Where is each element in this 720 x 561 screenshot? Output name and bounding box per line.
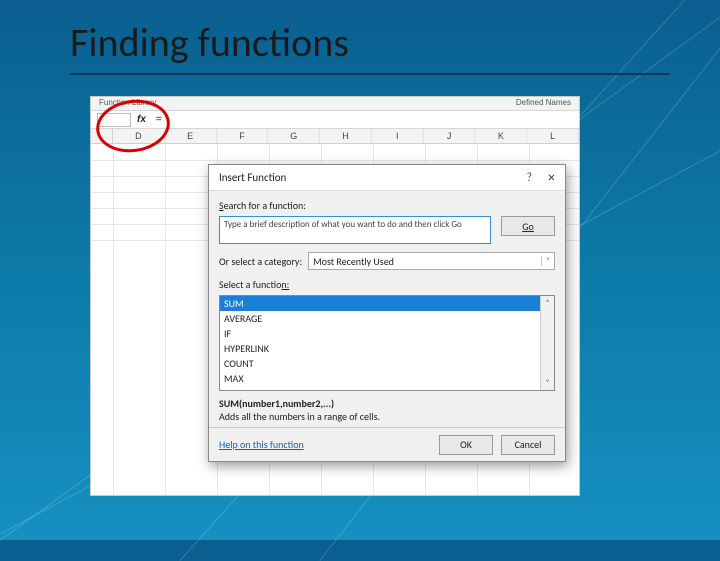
list-item[interactable]: COUNT: [220, 356, 554, 371]
col-header[interactable]: J: [424, 129, 476, 143]
chevron-down-icon: ˅: [541, 256, 550, 266]
formula-bar: fx =: [91, 111, 579, 129]
col-header[interactable]: E: [165, 129, 217, 143]
name-box[interactable]: [97, 113, 131, 127]
col-header[interactable]: H: [320, 129, 372, 143]
list-item[interactable]: AVERAGE: [220, 311, 554, 326]
help-link[interactable]: Help on this function: [219, 438, 304, 451]
ribbon-group-left: Function Library: [99, 98, 156, 109]
select-all-corner[interactable]: [91, 129, 113, 143]
scrollbar[interactable]: ˄ ˅: [540, 296, 554, 390]
select-function-label: Select a function:: [219, 278, 555, 291]
ribbon-group-right: Defined Names: [516, 98, 571, 109]
col-header[interactable]: F: [217, 129, 269, 143]
column-headers: D E F G H I J K L: [91, 129, 579, 144]
close-icon[interactable]: ×: [544, 169, 559, 186]
scroll-down-icon[interactable]: ˅: [541, 376, 554, 390]
slide-title: Finding functions: [70, 18, 670, 67]
search-input[interactable]: Type a brief description of what you wan…: [219, 216, 491, 244]
formula-input[interactable]: =: [152, 114, 162, 125]
list-item[interactable]: HYPERLINK: [220, 341, 554, 356]
help-icon[interactable]: ?: [526, 171, 532, 185]
function-desc-text: Adds all the numbers in a range of cells…: [219, 410, 555, 423]
list-item[interactable]: MAX: [220, 371, 554, 386]
col-header[interactable]: G: [268, 129, 320, 143]
category-label: Or select a category:: [219, 255, 302, 268]
fx-icon[interactable]: fx: [137, 114, 146, 125]
list-item[interactable]: IF: [220, 326, 554, 341]
dialog-title: Insert Function: [219, 171, 286, 184]
list-item[interactable]: SUM: [220, 296, 554, 311]
cancel-button[interactable]: Cancel: [501, 435, 555, 455]
title-rule: [70, 73, 670, 75]
scroll-up-icon[interactable]: ˄: [541, 296, 554, 310]
search-label: Search for a function:: [219, 199, 555, 212]
go-button[interactable]: Go: [501, 216, 555, 236]
col-header[interactable]: K: [475, 129, 527, 143]
function-listbox[interactable]: SUM AVERAGE IF HYPERLINK COUNT MAX SIN ˄…: [219, 295, 555, 391]
col-header[interactable]: I: [372, 129, 424, 143]
category-select[interactable]: Most Recently Used ˅: [308, 252, 555, 270]
slide-title-wrap: Finding functions: [70, 18, 670, 75]
function-description: SUM(number1,number2,...) Adds all the nu…: [219, 397, 555, 423]
function-signature: SUM(number1,number2,...): [219, 397, 555, 410]
insert-function-dialog: Insert Function ? × Search for a functio…: [208, 164, 566, 462]
col-header[interactable]: D: [113, 129, 165, 143]
ok-button[interactable]: OK: [439, 435, 493, 455]
list-item[interactable]: SIN: [220, 386, 554, 391]
dialog-titlebar: Insert Function ? ×: [209, 165, 565, 191]
col-header[interactable]: L: [527, 129, 579, 143]
ribbon-strip: Function Library Defined Names: [91, 97, 579, 111]
